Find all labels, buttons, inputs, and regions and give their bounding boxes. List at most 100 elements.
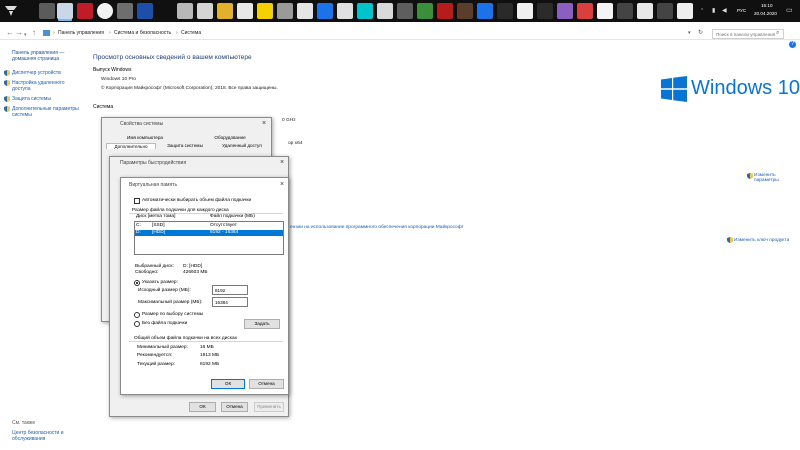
- ok-button[interactable]: ОК: [189, 402, 216, 412]
- apply-button[interactable]: Применить: [254, 402, 284, 412]
- page-title: Просмотр основных сведений о вашем компь…: [93, 54, 252, 61]
- taskbar-app-icon[interactable]: [297, 3, 313, 19]
- close-icon[interactable]: ×: [262, 120, 266, 127]
- tray-chevron-icon[interactable]: ⌃: [700, 8, 704, 14]
- close-icon[interactable]: ×: [280, 159, 284, 166]
- windows-logo-icon: [661, 76, 687, 102]
- sidebar-item-device-manager[interactable]: Диспетчер устройств: [12, 70, 61, 76]
- taskbar-app-icon[interactable]: [577, 3, 593, 19]
- column-size-header: Файл подкачки (МБ): [210, 214, 255, 219]
- forward-arrow-icon[interactable]: →: [15, 29, 23, 37]
- taskbar-app-icon[interactable]: [397, 3, 413, 19]
- address-bar: ← → ▾ ↑ › Панель управления › Система и …: [0, 26, 800, 40]
- tab-hardware[interactable]: Оборудование: [202, 135, 258, 140]
- list-item-selected[interactable]: D: [HDD] 8192 - 16384: [135, 230, 283, 236]
- recent-chevron-icon[interactable]: ▾: [24, 31, 27, 39]
- auto-manage-checkbox[interactable]: [134, 198, 140, 204]
- chrome-icon[interactable]: [97, 3, 113, 19]
- network-icon[interactable]: ▮: [712, 7, 715, 14]
- taskbar-app-icon[interactable]: [457, 3, 473, 19]
- system-managed-radio[interactable]: [134, 312, 140, 318]
- taskbar-app-icon[interactable]: [677, 3, 693, 19]
- max-size-input[interactable]: 16384: [212, 297, 248, 307]
- taskbar-control-panel-icon[interactable]: [57, 3, 73, 19]
- back-arrow-icon[interactable]: ←: [6, 29, 14, 37]
- taskbar-app-icon[interactable]: [557, 3, 573, 19]
- taskbar-app-icon[interactable]: [517, 3, 533, 19]
- processor-fragment: 0 GHz: [282, 118, 296, 123]
- tab-system-protection[interactable]: Защита системы: [160, 143, 210, 148]
- no-paging-file-radio[interactable]: [134, 321, 140, 327]
- search-input[interactable]: [712, 29, 784, 39]
- change-settings-link[interactable]: Изменить параметры: [754, 173, 790, 183]
- taskbar-app-icon[interactable]: [597, 3, 613, 19]
- close-icon[interactable]: ×: [280, 181, 284, 188]
- license-terms-link[interactable]: ензии на использование программного обес…: [290, 225, 464, 230]
- help-icon[interactable]: ?: [789, 41, 796, 48]
- clock-time[interactable]: 15:10: [761, 3, 773, 8]
- cancel-button[interactable]: Отмена: [249, 379, 284, 389]
- tab-remote[interactable]: Удаленный доступ: [216, 143, 268, 148]
- current-size-label: Текущий размер:: [137, 362, 175, 367]
- taskbar-app-icon[interactable]: [657, 3, 673, 19]
- notification-icon[interactable]: ▭: [786, 6, 793, 14]
- taskbar-pinned-icon[interactable]: [77, 3, 93, 19]
- volume-icon[interactable]: ◀: [722, 7, 727, 14]
- clock-date[interactable]: 20.04.2020: [754, 11, 777, 16]
- custom-size-radio[interactable]: [134, 280, 140, 286]
- shield-icon: [4, 80, 10, 86]
- system-header: Система: [93, 104, 114, 110]
- virtual-memory-dialog: Виртуальная память × Автоматически выбир…: [120, 177, 289, 395]
- taskbar-app-icon[interactable]: [337, 3, 353, 19]
- sidebar-security-center-link[interactable]: Центр безопасности и обслуживания: [12, 430, 72, 442]
- breadcrumb-control-panel[interactable]: Панель управления: [58, 30, 104, 36]
- sidebar-item-system-protection[interactable]: Защита системы: [12, 96, 51, 102]
- taskbar-app-icon[interactable]: [197, 3, 213, 19]
- taskbar-app-icon[interactable]: [437, 3, 453, 19]
- breadcrumb-system-security[interactable]: Система и безопасность: [114, 30, 171, 36]
- tab-advanced[interactable]: Дополнительно: [106, 143, 156, 149]
- up-arrow-icon[interactable]: ↑: [32, 29, 36, 37]
- taskbar-app-icon[interactable]: [277, 3, 293, 19]
- current-size-value: 8192 МБ: [200, 362, 220, 367]
- taskbar-app-icon[interactable]: [497, 3, 513, 19]
- app-logo-icon[interactable]: [3, 3, 19, 19]
- taskbar-app-icon[interactable]: [217, 3, 233, 19]
- taskbar-app-icon[interactable]: [537, 3, 553, 19]
- system-type-fragment: ор x64: [288, 141, 303, 146]
- shield-icon: [4, 96, 10, 102]
- taskbar-app-icon[interactable]: [257, 3, 273, 19]
- taskbar-app-icon[interactable]: [117, 3, 133, 19]
- taskbar-app-icon[interactable]: [39, 3, 55, 19]
- sidebar-home-link[interactable]: Панель управления — домашняя страница: [12, 50, 82, 62]
- taskbar-app-icon[interactable]: [177, 3, 193, 19]
- edition-value: Windows 10 Pro: [101, 77, 136, 82]
- cancel-button[interactable]: Отмена: [221, 402, 248, 412]
- disk-list[interactable]: C: [SSD] Отсутствует D: [HDD] 8192 - 163…: [134, 221, 284, 255]
- taskbar-app-icon[interactable]: [237, 3, 253, 19]
- taskbar-app-icon[interactable]: [357, 3, 373, 19]
- tab-computer-name[interactable]: Имя компьютера: [118, 135, 172, 140]
- sidebar-item-advanced-settings[interactable]: Дополнительные параметры системы: [12, 106, 84, 118]
- address-dropdown-icon[interactable]: ▾: [688, 30, 691, 36]
- sidebar-item-remote-settings[interactable]: Настройка удаленного доступа: [12, 80, 72, 92]
- refresh-icon[interactable]: ↻: [698, 29, 703, 36]
- list-item[interactable]: C: [SSD] Отсутствует: [135, 223, 283, 229]
- dialog-title: Параметры быстродействия: [120, 160, 187, 166]
- breadcrumb-system[interactable]: Система: [181, 30, 201, 36]
- taskbar-app-icon[interactable]: [477, 3, 493, 19]
- change-product-key-link[interactable]: Изменить ключ продукта: [734, 238, 789, 243]
- set-button[interactable]: Задать: [244, 319, 280, 329]
- shield-icon: [747, 173, 753, 179]
- taskbar-app-icon[interactable]: [617, 3, 633, 19]
- language-indicator[interactable]: РУС: [737, 8, 746, 13]
- taskbar-app-icon[interactable]: [317, 3, 333, 19]
- taskbar-app-icon[interactable]: [137, 3, 153, 19]
- taskbar-app-icon[interactable]: [637, 3, 653, 19]
- recommended-label: Рекомендуется:: [137, 353, 173, 358]
- taskbar-app-icon[interactable]: [377, 3, 393, 19]
- taskbar-app-icon[interactable]: [417, 3, 433, 19]
- ok-button[interactable]: ОК: [211, 379, 245, 389]
- search-icon[interactable]: ⌕: [776, 30, 779, 37]
- initial-size-input[interactable]: 8192: [212, 285, 248, 295]
